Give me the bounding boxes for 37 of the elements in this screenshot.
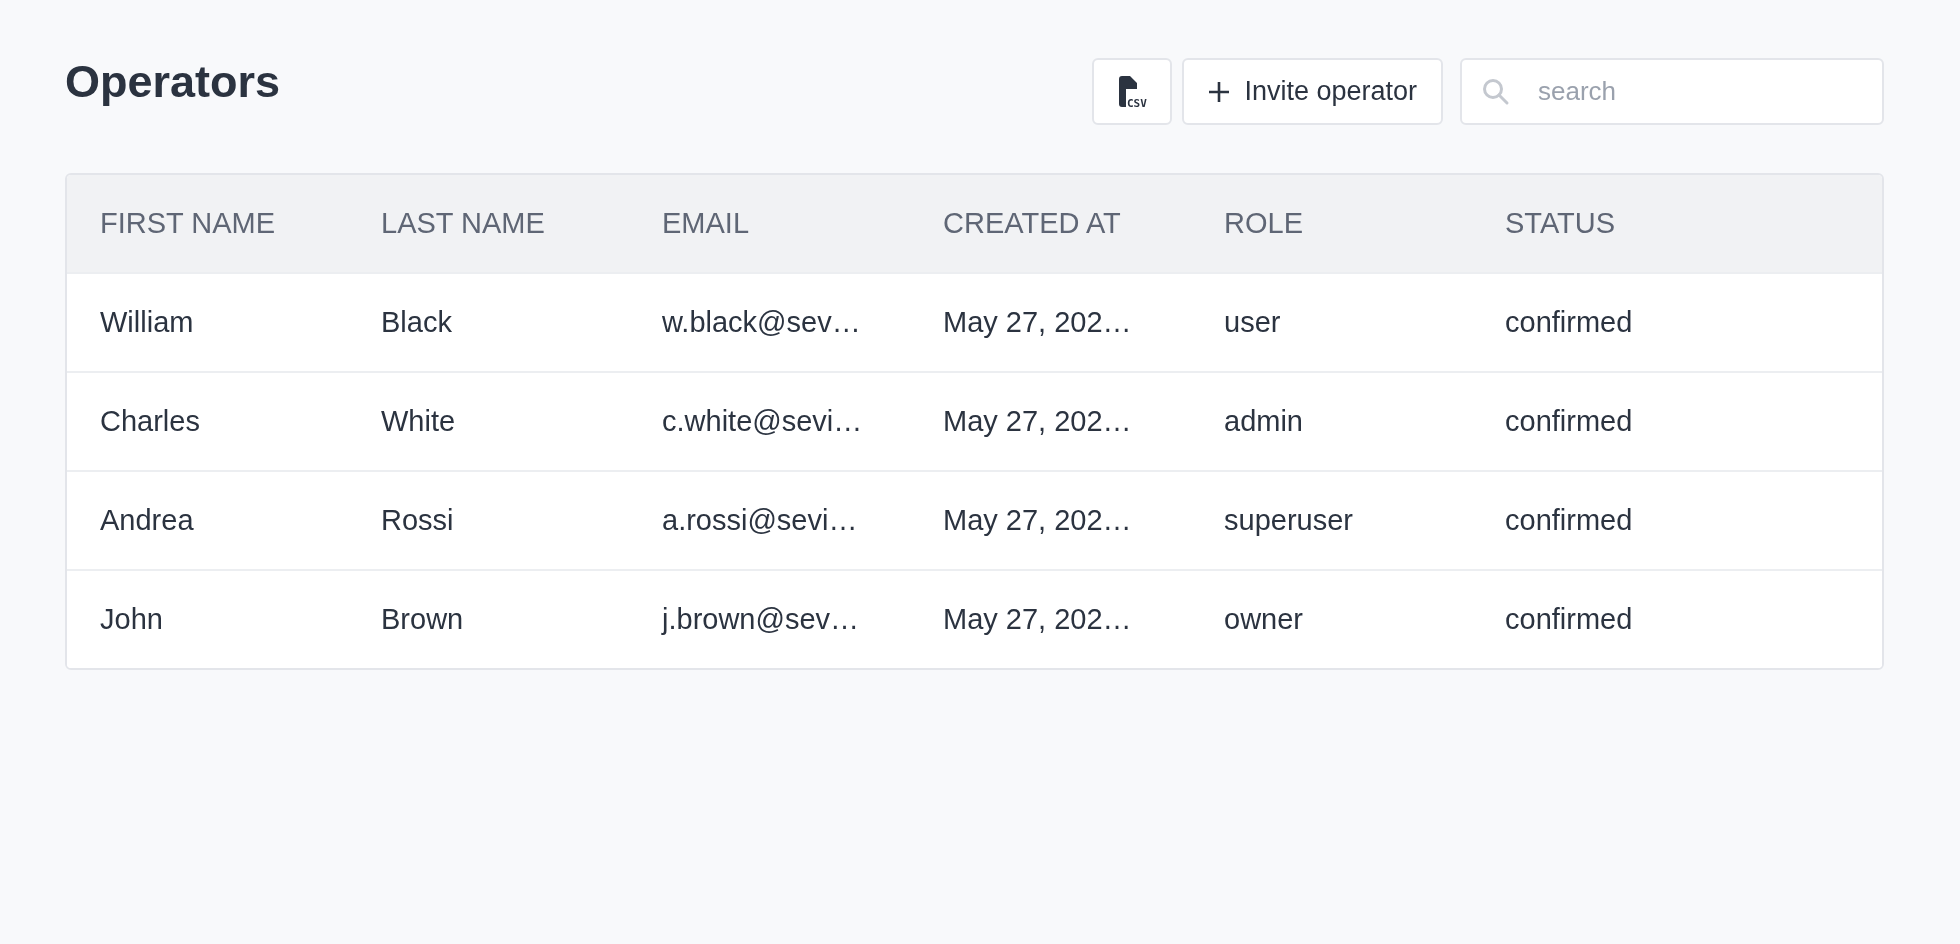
table-cell-text: confirmed: [1504, 405, 1634, 438]
column-header: ROLE: [1223, 207, 1304, 240]
table-cell-text: Black: [380, 306, 453, 339]
table-cell-text: j.brown@sev…: [660, 603, 861, 636]
table-cell-text: confirmed: [1504, 504, 1634, 537]
invite-operator-button[interactable]: Invite operator: [1182, 58, 1443, 125]
table-cell-text: Rossi: [380, 504, 455, 537]
table-cell-text: c.white@sevi…: [661, 405, 864, 438]
table-cell-text: Charles: [99, 405, 201, 438]
table-cell-text: White: [380, 405, 457, 438]
table-cell-text: May 27, 202…: [942, 603, 1133, 636]
table-cell-text: William: [99, 306, 195, 339]
table-cell-text: user: [1223, 306, 1282, 339]
table-cell-text: Brown: [380, 603, 465, 636]
table-cell-text: John: [99, 603, 164, 636]
table-cell-text: a.rossi@sevi…: [661, 504, 859, 537]
table-cell-text: confirmed: [1504, 603, 1634, 636]
column-header: STATUS: [1504, 207, 1617, 240]
plus-icon: [1208, 80, 1231, 103]
table-cell-text: superuser: [1223, 504, 1354, 537]
column-header: EMAIL: [661, 207, 751, 240]
column-header: FIRST NAME: [99, 207, 277, 240]
page-title: Operators: [65, 56, 281, 108]
table-row[interactable]: John Brown j.brown@sev… May 27, 202… owner confirmed: [67, 569, 1882, 668]
table-cell-text: Andrea: [99, 504, 195, 537]
table-cell-text: w.black@sev…: [661, 306, 862, 339]
column-header: LAST NAME: [380, 207, 546, 240]
table-cell-text: confirmed: [1504, 306, 1634, 339]
search-field[interactable]: search: [1460, 58, 1884, 125]
table-cell-text: May 27, 202…: [942, 405, 1133, 438]
table-cell-text: May 27, 202…: [942, 306, 1133, 339]
csv-export-button[interactable]: CSV: [1092, 58, 1173, 125]
table-cell-text: owner: [1223, 603, 1304, 636]
column-header: CREATED AT: [942, 207, 1122, 240]
table-cell-text: admin: [1223, 405, 1304, 438]
table-cell-text: May 27, 202…: [942, 504, 1133, 537]
search-icon: [1482, 78, 1510, 106]
